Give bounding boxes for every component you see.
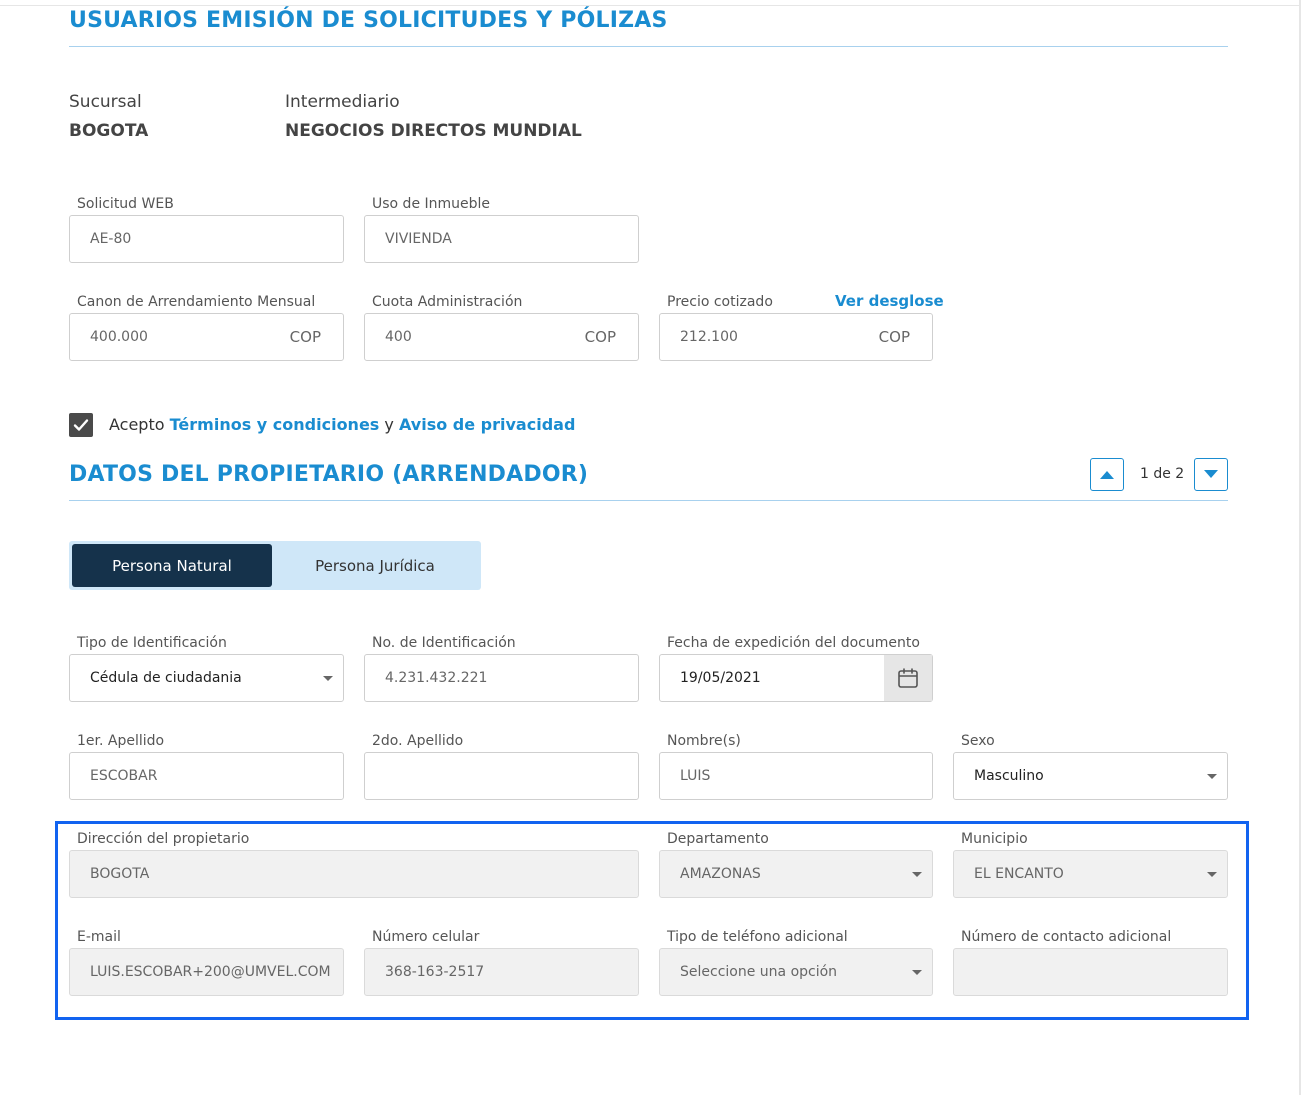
- apellido1-value: ESCOBAR: [90, 768, 158, 784]
- departamento-value: AMAZONAS: [680, 866, 761, 882]
- sucursal-value: BOGOTA: [69, 121, 149, 141]
- caret-up-icon: [1100, 471, 1114, 479]
- apellido2-label: 2do. Apellido: [372, 733, 464, 749]
- checkmark-icon: [73, 419, 89, 431]
- tipo-id-value: Cédula de ciudadania: [90, 670, 242, 686]
- solicitud-web-value: AE-80: [90, 231, 132, 247]
- departamento-select[interactable]: AMAZONAS: [659, 850, 933, 898]
- pager-up-button[interactable]: [1090, 458, 1124, 491]
- canon-value: 400.000: [90, 329, 148, 345]
- precio-currency: COP: [878, 328, 910, 346]
- solicitud-web-field[interactable]: AE-80: [69, 215, 344, 263]
- solicitud-web-label: Solicitud WEB: [77, 196, 174, 212]
- fecha-field[interactable]: 19/05/2021: [659, 654, 933, 702]
- precio-field[interactable]: 212.100 COP: [659, 313, 933, 361]
- apellido1-field[interactable]: ESCOBAR: [69, 752, 344, 800]
- email-value: LUIS.ESCOBAR+200@UMVEL.COM: [90, 964, 331, 980]
- no-id-field[interactable]: 4.231.432.221: [364, 654, 639, 702]
- chevron-down-icon: [912, 872, 922, 877]
- owner-divider: [69, 500, 1228, 501]
- page-title: USUARIOS EMISIÓN DE SOLICITUDES Y PÓLIZA…: [69, 8, 668, 33]
- municipio-select[interactable]: EL ENCANTO: [953, 850, 1228, 898]
- precio-label: Precio cotizado: [667, 294, 773, 310]
- uso-inmueble-label: Uso de Inmueble: [372, 196, 491, 212]
- direccion-field[interactable]: BOGOTA: [69, 850, 639, 898]
- owner-section-title: DATOS DEL PROPIETARIO (ARRENDADOR): [69, 462, 589, 487]
- tipo-id-label: Tipo de Identificación: [77, 635, 227, 651]
- tipo-id-select[interactable]: Cédula de ciudadania: [69, 654, 344, 702]
- intermediario-label: Intermediario: [285, 92, 400, 112]
- top-border: [0, 0, 1301, 6]
- no-id-label: No. de Identificación: [372, 635, 516, 651]
- sexo-select[interactable]: Masculino: [953, 752, 1228, 800]
- precio-value: 212.100: [680, 329, 738, 345]
- fecha-label: Fecha de expedición del documento: [667, 635, 920, 651]
- departamento-label: Departamento: [667, 831, 769, 847]
- sexo-label: Sexo: [961, 733, 995, 749]
- celular-field[interactable]: 368-163-2517: [364, 948, 639, 996]
- no-id-value: 4.231.432.221: [385, 670, 488, 686]
- terms-prefix: Acepto: [109, 415, 165, 434]
- contacto-field[interactable]: [953, 948, 1228, 996]
- uso-inmueble-value: VIVIENDA: [385, 231, 452, 247]
- celular-value: 368-163-2517: [385, 964, 485, 980]
- terms-link[interactable]: Términos y condiciones: [170, 415, 380, 434]
- fecha-value: 19/05/2021: [680, 670, 761, 686]
- chevron-down-icon: [1207, 774, 1217, 779]
- tipo-tel-label: Tipo de teléfono adicional: [667, 929, 848, 945]
- sexo-value: Masculino: [974, 768, 1044, 784]
- person-type-toggle: Persona Natural Persona Jurídica: [69, 541, 481, 590]
- terms-checkbox[interactable]: [69, 413, 93, 437]
- tab-persona-juridica[interactable]: Persona Jurídica: [272, 544, 478, 587]
- cuota-currency: COP: [584, 328, 616, 346]
- email-label: E-mail: [77, 929, 121, 945]
- email-field[interactable]: LUIS.ESCOBAR+200@UMVEL.COM: [69, 948, 344, 996]
- pager-status: 1 de 2: [1140, 466, 1185, 482]
- contacto-label: Número de contacto adicional: [961, 929, 1172, 945]
- tipo-tel-select[interactable]: Seleccione una opción: [659, 948, 933, 996]
- apellido2-field[interactable]: [364, 752, 639, 800]
- calendar-button[interactable]: [884, 655, 932, 701]
- title-divider: [69, 46, 1228, 47]
- intermediario-value: NEGOCIOS DIRECTOS MUNDIAL: [285, 121, 582, 141]
- uso-inmueble-field[interactable]: VIVIENDA: [364, 215, 639, 263]
- cuota-value: 400: [385, 329, 412, 345]
- cuota-field[interactable]: 400 COP: [364, 313, 639, 361]
- calendar-icon: [898, 668, 918, 688]
- celular-label: Número celular: [372, 929, 480, 945]
- direccion-value: BOGOTA: [90, 866, 150, 882]
- canon-currency: COP: [289, 328, 321, 346]
- nombre-value: LUIS: [680, 768, 711, 784]
- ver-desglose-link[interactable]: Ver desglose: [835, 292, 944, 310]
- municipio-value: EL ENCANTO: [974, 866, 1064, 882]
- direccion-label: Dirección del propietario: [77, 831, 250, 847]
- caret-down-icon: [1204, 470, 1218, 478]
- canon-label: Canon de Arrendamiento Mensual: [77, 294, 316, 310]
- municipio-label: Municipio: [961, 831, 1028, 847]
- nombre-field[interactable]: LUIS: [659, 752, 933, 800]
- terms-text: Acepto Términos y condiciones y Aviso de…: [109, 415, 575, 434]
- cuota-label: Cuota Administración: [372, 294, 523, 310]
- sucursal-label: Sucursal: [69, 92, 142, 112]
- terms-connector: y: [384, 415, 394, 434]
- pager-down-button[interactable]: [1194, 458, 1228, 491]
- canon-field[interactable]: 400.000 COP: [69, 313, 344, 361]
- chevron-down-icon: [912, 970, 922, 975]
- privacy-link[interactable]: Aviso de privacidad: [399, 415, 575, 434]
- tab-persona-natural[interactable]: Persona Natural: [72, 544, 272, 587]
- apellido1-label: 1er. Apellido: [77, 733, 165, 749]
- chevron-down-icon: [1207, 872, 1217, 877]
- tipo-tel-value: Seleccione una opción: [680, 964, 838, 980]
- chevron-down-icon: [323, 676, 333, 681]
- nombre-label: Nombre(s): [667, 733, 741, 749]
